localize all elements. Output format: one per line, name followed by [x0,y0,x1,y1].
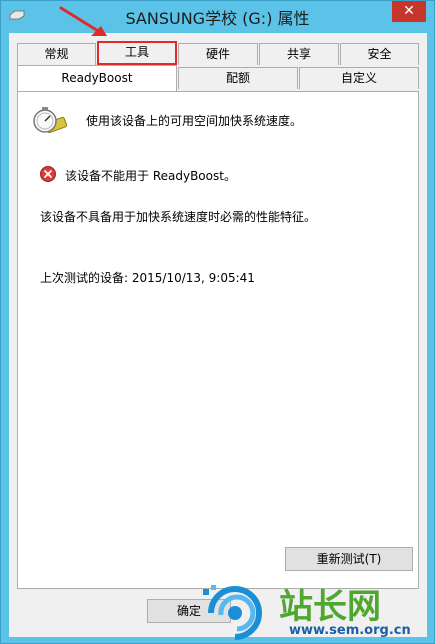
error-icon [40,166,56,182]
retest-button[interactable]: 重新测试(T) [285,547,413,571]
close-button[interactable]: ✕ [392,1,426,22]
tab-hardware[interactable]: 硬件 [178,43,258,65]
tab-readyboost[interactable]: ReadyBoost [17,65,177,91]
watermark-site-name: 站长网 [279,587,381,627]
tab-tools[interactable]: 工具 [97,41,177,65]
dialog-client: 常规 工具 硬件 共享 安全 ReadyBoost 配额 自定义 使用该设备上的… [9,33,427,637]
pointer-arrow-icon [59,6,107,36]
readyboost-icon [33,107,68,134]
tab-quota[interactable]: 配额 [178,67,298,89]
properties-window: SANSUNG学校 (G:) 属性 ✕ 常规 工具 硬件 共享 安全 Ready… [0,0,435,644]
tab-general[interactable]: 常规 [17,43,96,65]
site-watermark: 站长网 www.sem.org.cn [201,579,435,644]
tab-customize[interactable]: 自定义 [299,67,419,89]
tab-security[interactable]: 安全 [340,43,419,65]
watermark-logo-icon [203,585,262,640]
last-test-info: 上次测试的设备: 2015/10/13, 9:05:41 [40,271,255,285]
watermark-url: www.sem.org.cn [289,623,411,638]
readyboost-description: 使用该设备上的可用空间加快系统速度。 [86,114,303,128]
performance-detail: 该设备不具备用于加快系统速度时必需的性能特征。 [40,210,317,224]
tab-sharing[interactable]: 共享 [259,43,339,65]
error-message: 该设备不能用于 ReadyBoost。 [65,169,236,183]
readyboost-panel: 使用该设备上的可用空间加快系统速度。 该设备不能用于 ReadyBoost。 该… [17,91,419,589]
